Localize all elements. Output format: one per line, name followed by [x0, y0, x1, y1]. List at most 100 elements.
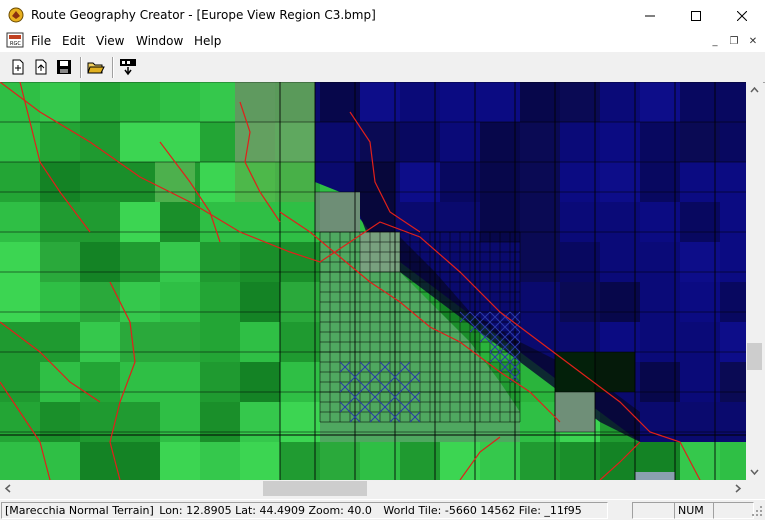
vertical-scrollbar[interactable] [746, 82, 763, 480]
terrain-tile [240, 242, 280, 282]
open-folder-icon [87, 62, 105, 74]
status-coords: Lon: 12.8905 Lat: 44.4909 Zoom: 40.0 [159, 504, 372, 517]
scroll-corner [746, 480, 763, 497]
sea-tile [520, 242, 560, 282]
sea-tile [680, 202, 720, 242]
sea-tile [560, 202, 600, 242]
menu-window[interactable]: Window [136, 34, 183, 48]
sea-tile [680, 362, 720, 402]
sea-tile [680, 82, 720, 122]
terrain-tile [80, 202, 120, 242]
terrain-tile [200, 362, 240, 402]
terrain-tile-light [275, 122, 315, 162]
terrain-tile [160, 282, 200, 322]
new-file-icon [12, 59, 24, 75]
terrain-tile [320, 442, 360, 480]
terrain-tile [0, 402, 40, 442]
resize-grip-icon[interactable] [751, 505, 763, 517]
terrain-tile [720, 442, 746, 480]
mdi-close-button[interactable]: ✕ [745, 34, 761, 48]
grey-tile [635, 472, 675, 480]
terrain-tile [120, 242, 160, 282]
sea-tile [640, 282, 680, 322]
open-button[interactable] [86, 57, 106, 77]
svg-text:RGC: RGC [10, 41, 21, 47]
sea-tile [680, 322, 720, 362]
terrain-tile [200, 162, 240, 202]
sea-tile [520, 82, 560, 122]
terrain-tile [160, 402, 200, 442]
terrain-tile [280, 442, 320, 480]
title-bar: Route Geography Creator - [Europe View R… [0, 0, 765, 31]
terrain-tile [200, 442, 240, 480]
terrain-tile [40, 322, 80, 362]
app-logo-icon [8, 7, 24, 23]
sea-tile [520, 122, 560, 162]
minimize-button[interactable] [627, 0, 673, 31]
terrain-tile [160, 202, 200, 242]
sea-tile [600, 202, 640, 242]
terrain-tile [160, 442, 200, 480]
mdi-minimize-button[interactable]: _ [707, 34, 723, 48]
terrain-tile [0, 442, 40, 480]
status-bar: [Marecchia Normal Terrain] Lon: 12.8905 … [0, 499, 765, 520]
sea-tile [480, 82, 520, 122]
import-button[interactable] [118, 57, 138, 77]
document-icon[interactable]: RGC [6, 32, 24, 48]
menu-view[interactable]: View [96, 34, 124, 48]
add-button[interactable] [31, 57, 51, 77]
terrain-tile [0, 322, 40, 362]
sea-tile [600, 282, 640, 322]
new-button[interactable] [8, 57, 28, 77]
sea-tile [720, 322, 746, 362]
terrain-tile [0, 362, 40, 402]
terrain-tile-light [275, 162, 315, 202]
maximize-button[interactable] [673, 0, 719, 31]
terrain-tile [120, 322, 160, 362]
status-scroll-pane [713, 502, 754, 519]
terrain-tile [120, 362, 160, 402]
terrain-tile [80, 162, 120, 202]
terrain-tile [120, 122, 160, 162]
vertical-scroll-arrows [747, 86, 762, 476]
save-button[interactable] [54, 57, 74, 77]
terrain-tile [200, 282, 240, 322]
menu-help[interactable]: Help [194, 34, 221, 48]
menu-edit[interactable]: Edit [62, 34, 85, 48]
terrain-tile [80, 402, 120, 442]
sea-tile [400, 162, 440, 202]
open-add-icon [35, 59, 47, 75]
sea-tile [560, 242, 600, 282]
close-button[interactable] [719, 0, 765, 31]
terrain-map[interactable] [0, 82, 746, 480]
sea-tile [400, 82, 440, 122]
sea-tile [680, 162, 720, 202]
sea-tile [640, 82, 680, 122]
terrain-tile [120, 82, 160, 122]
terrain-tile [40, 122, 80, 162]
sea-tile [640, 362, 680, 402]
mdi-restore-button[interactable]: ❐ [726, 34, 742, 48]
horizontal-scroll-arrows [4, 481, 742, 496]
save-icon [57, 60, 71, 74]
terrain-tile [120, 162, 160, 202]
sea-tile [600, 122, 640, 162]
grey-tile [320, 192, 360, 232]
sea-tile [640, 202, 680, 242]
terrain-tile [200, 202, 240, 242]
menu-bar: RGC File Edit View Window Help _ ❐ ✕ [0, 31, 765, 51]
terrain-tile-light [275, 82, 315, 122]
terrain-tile-light [235, 82, 275, 122]
menu-file[interactable]: File [31, 34, 51, 48]
map-canvas[interactable] [0, 82, 746, 480]
terrain-tile [40, 162, 80, 202]
sea-tile [720, 162, 746, 202]
horizontal-scrollbar[interactable] [0, 480, 746, 497]
sea-tile [640, 242, 680, 282]
sea-tile [680, 242, 720, 282]
sea-tile [720, 242, 746, 282]
sea-tile [640, 162, 680, 202]
terrain-tile [520, 402, 560, 442]
sea-tile [720, 282, 746, 322]
terrain-tile [240, 362, 280, 402]
